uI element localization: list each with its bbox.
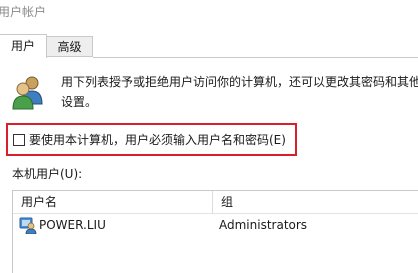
column-header-group[interactable]: 组 [213, 191, 418, 213]
require-login-checkbox[interactable] [13, 134, 25, 146]
users-section-label: 本机用户(U): [12, 167, 83, 181]
require-login-label[interactable]: 要使用本计算机，用户必须输入用户名和密码(E) [29, 131, 286, 149]
users-group-icon [12, 76, 43, 110]
tab-advanced[interactable]: 高级 [47, 36, 93, 57]
column-header-username[interactable]: 用户名 [13, 191, 213, 213]
users-table[interactable]: 用户名 组 POWER.LIU Administrators [12, 190, 418, 273]
username-cell: POWER.LIU [39, 218, 106, 232]
tab-divider [93, 57, 418, 58]
description-text: 用下列表授予或拒绝用户访问你的计算机，还可以更改其密码和其他设置。 [61, 75, 418, 109]
title-bar: 用户帐户 [0, 0, 418, 28]
user-account-icon [19, 217, 37, 234]
table-row[interactable]: POWER.LIU Administrators [13, 213, 418, 237]
window-title: 用户帐户 [0, 5, 47, 19]
tab-strip: 用户 高级 [0, 34, 418, 58]
tab-users[interactable]: 用户 [0, 34, 47, 58]
group-cell: Administrators [219, 218, 308, 232]
